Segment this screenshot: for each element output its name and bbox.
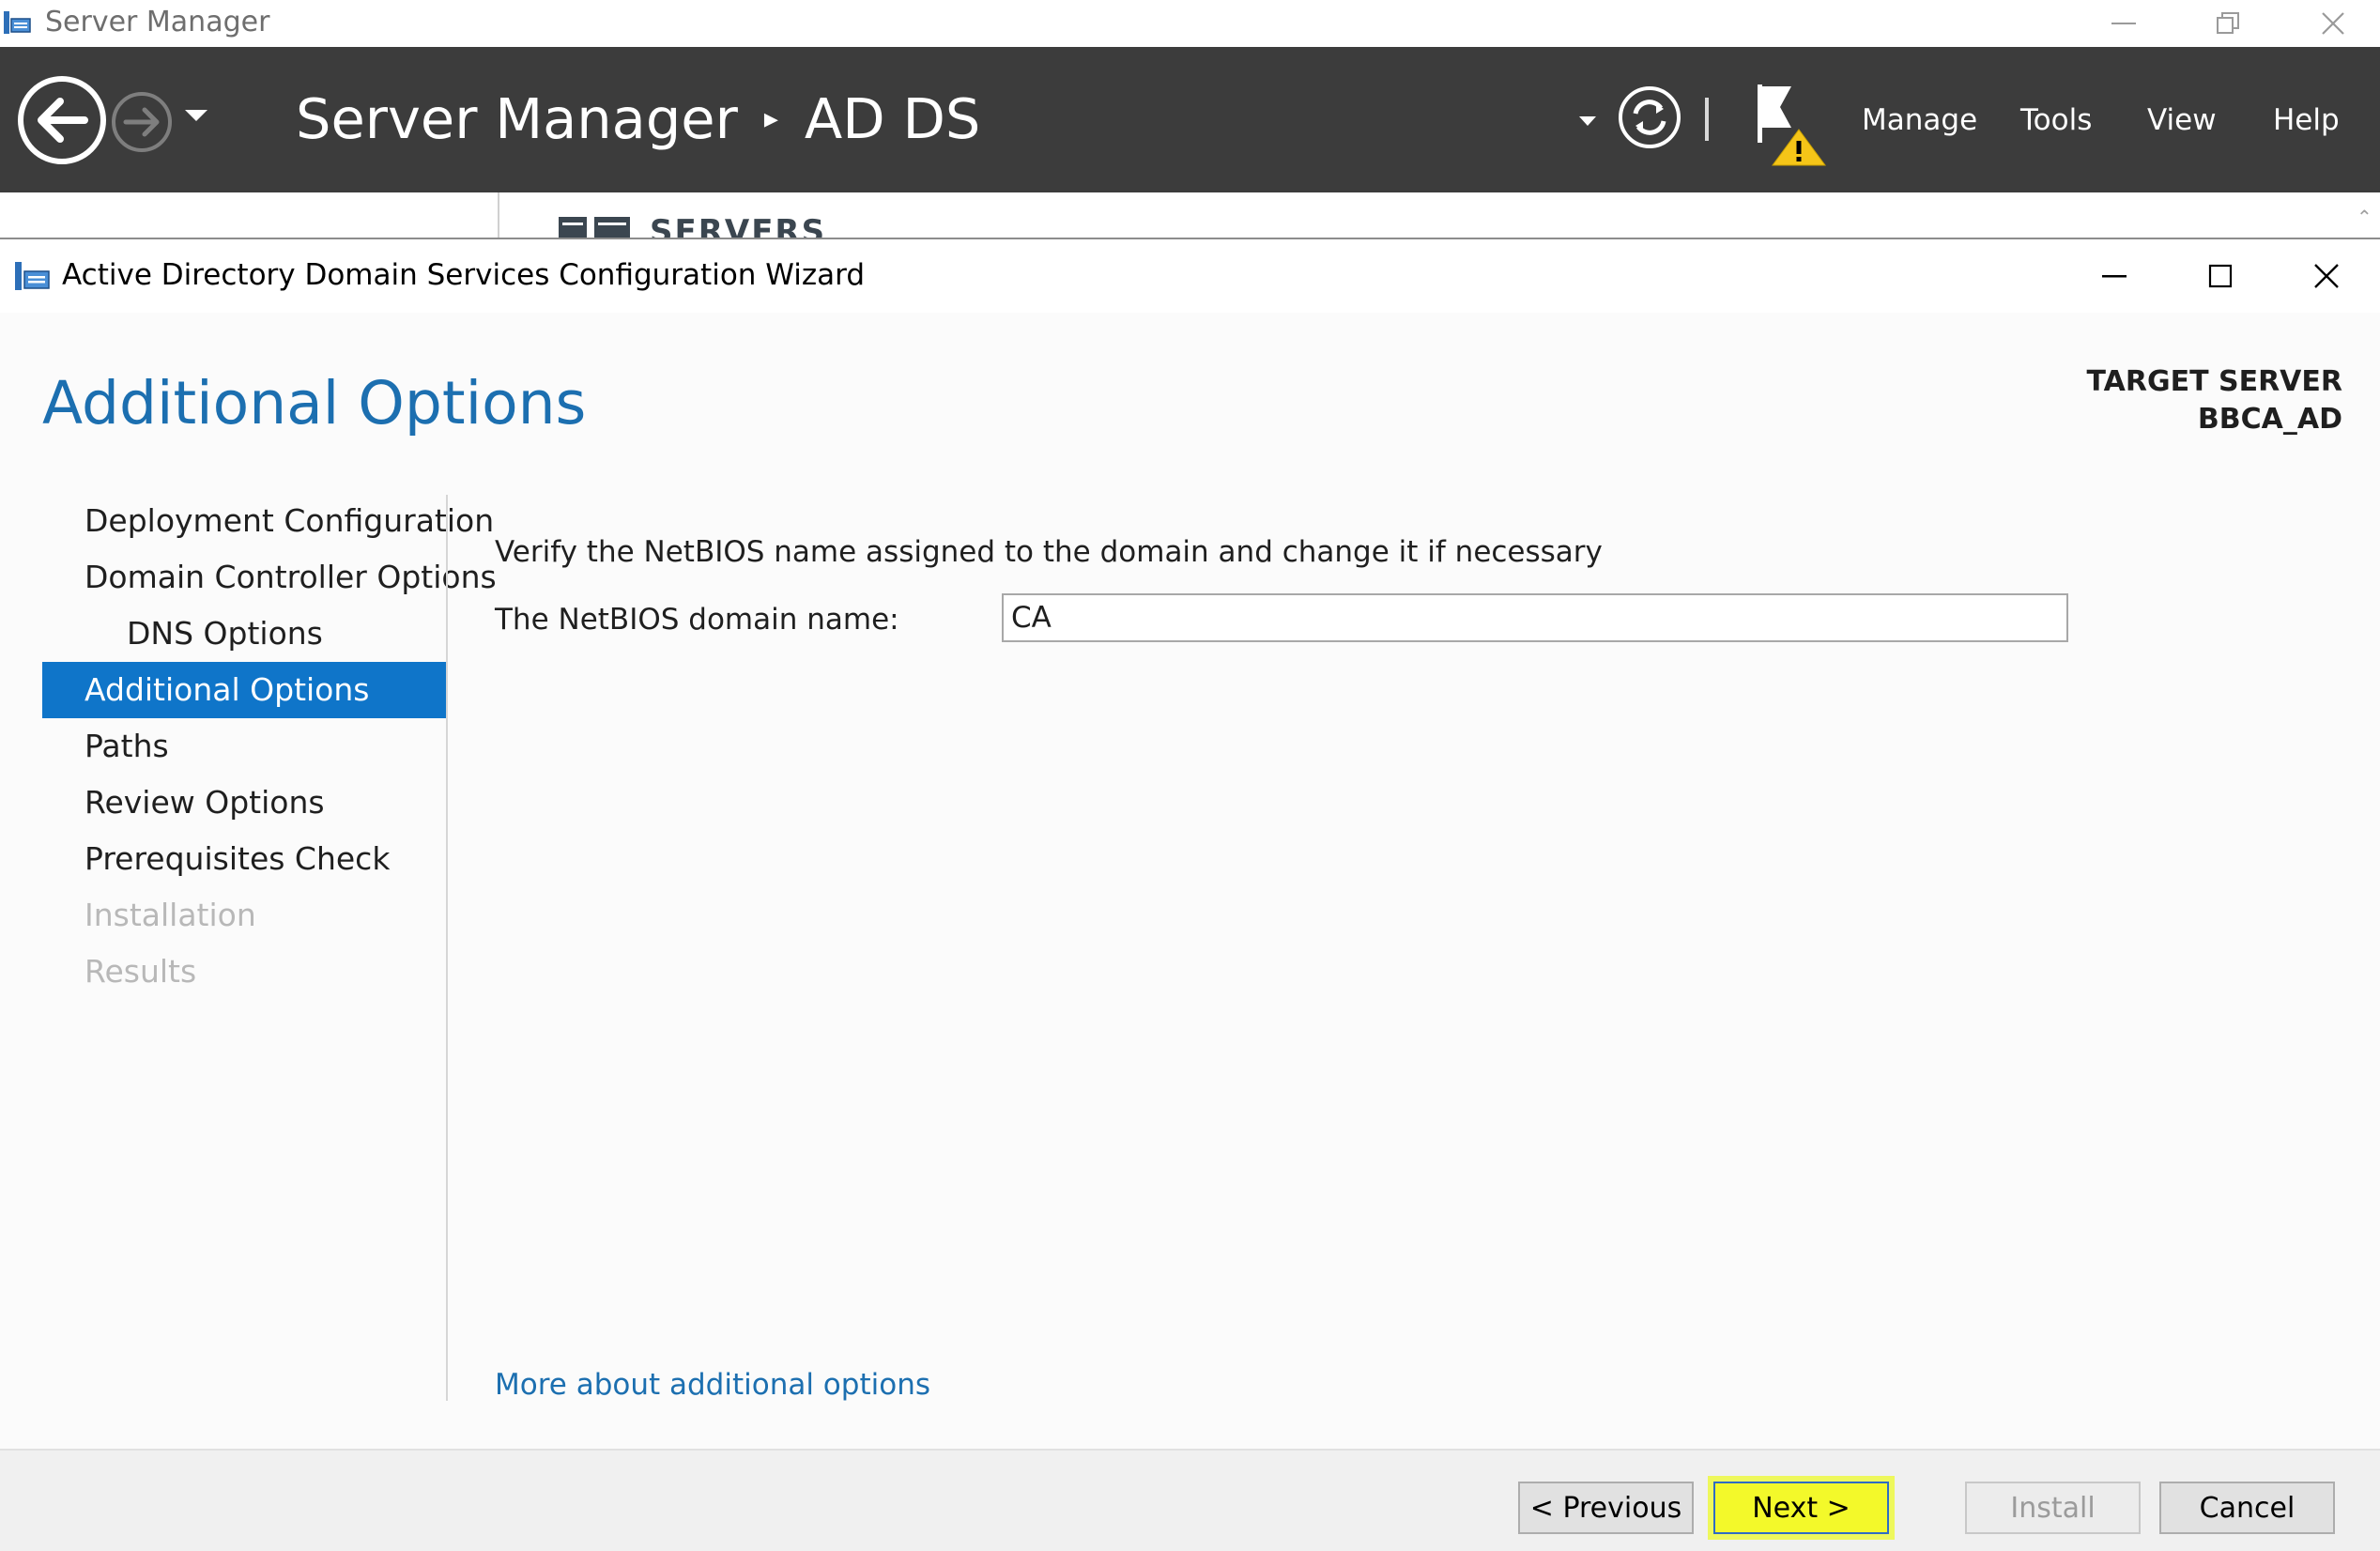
wizard-step[interactable]: DNS Options — [42, 606, 446, 662]
back-arrow-icon[interactable] — [17, 75, 107, 165]
target-server-name: BBCA_AD — [2197, 403, 2342, 436]
wizard-app-icon — [15, 262, 50, 290]
close-icon — [2322, 12, 2344, 35]
sm-scroll-up-icon[interactable]: ⌃ — [2357, 206, 2372, 228]
wizard-maximize-button[interactable] — [2169, 239, 2272, 313]
target-server-label: TARGET SERVER — [2086, 365, 2343, 398]
breadcrumb: Server Manager ▸ AD DS — [296, 86, 980, 151]
next-button[interactable]: Next > — [1713, 1482, 1889, 1534]
close-icon — [2314, 264, 2339, 288]
servers-section-label: SERVERS — [650, 213, 827, 239]
server-manager-content: SERVERS ⌃ — [0, 192, 2380, 239]
breadcrumb-root[interactable]: Server Manager — [296, 86, 738, 151]
install-button: Install — [1965, 1482, 2141, 1534]
forward-arrow-icon[interactable] — [111, 91, 173, 153]
breadcrumb-separator-icon: ▸ — [763, 102, 778, 135]
server-manager-window-title: Server Manager — [45, 6, 270, 38]
wizard-step: Results — [84, 953, 197, 990]
minimize-icon — [2111, 23, 2136, 24]
wizard-step[interactable]: Additional Options — [42, 662, 446, 718]
steps-divider — [446, 495, 448, 1401]
target-server-info: TARGET SERVER BBCA_AD — [2087, 363, 2343, 438]
sm-pane-divider — [498, 192, 499, 239]
menu-view[interactable]: View — [2147, 103, 2217, 137]
wizard-steps-nav: Deployment Configuration Domain Controlle… — [42, 493, 497, 1000]
servers-icon — [559, 217, 630, 239]
cancel-button[interactable]: Cancel — [2159, 1482, 2335, 1534]
sm-minimize-button[interactable] — [2077, 0, 2171, 47]
header-dropdown-icon[interactable] — [1577, 115, 1598, 128]
wizard-step[interactable]: Prerequisites Check — [42, 831, 446, 887]
sm-close-button[interactable] — [2286, 0, 2380, 47]
maximize-icon — [2208, 264, 2233, 288]
wizard-step: Installation — [84, 897, 256, 933]
previous-button[interactable]: < Previous — [1518, 1482, 1694, 1534]
netbios-domain-name-label: The NetBIOS domain name: — [495, 603, 899, 637]
adds-configuration-wizard: Active Directory Domain Services Configu… — [0, 238, 2380, 1551]
flag-warning-icon[interactable] — [1754, 83, 1829, 169]
restore-icon — [2217, 12, 2239, 34]
server-manager-header: Server Manager ▸ AD DS Manage Tools View… — [0, 47, 2380, 192]
instruction-text: Verify the NetBIOS name assigned to the … — [495, 535, 1603, 569]
minimize-icon — [2102, 275, 2127, 278]
server-manager-titlebar: Server Manager — [0, 0, 2380, 47]
history-dropdown-icon[interactable] — [183, 108, 209, 123]
menu-manage[interactable]: Manage — [1862, 103, 1977, 137]
menu-help[interactable]: Help — [2273, 103, 2340, 137]
refresh-icon[interactable] — [1617, 84, 1682, 150]
breadcrumb-current: AD DS — [804, 86, 981, 151]
sm-restore-button[interactable] — [2181, 0, 2275, 47]
wizard-step[interactable]: Paths — [42, 718, 446, 775]
wizard-step[interactable]: Review Options — [42, 775, 446, 831]
more-about-additional-options-link[interactable]: More about additional options — [495, 1368, 930, 1402]
wizard-step[interactable]: Domain Controller Options — [42, 549, 497, 606]
menu-tools[interactable]: Tools — [2020, 103, 2092, 137]
wizard-footer: < Previous Next > Install Cancel — [0, 1449, 2380, 1551]
wizard-minimize-button[interactable] — [2063, 239, 2166, 313]
wizard-window-title: Active Directory Domain Services Configu… — [62, 258, 866, 292]
wizard-step[interactable]: Deployment Configuration — [42, 493, 494, 549]
netbios-domain-name-input[interactable] — [1002, 593, 2068, 642]
page-title: Additional Options — [42, 369, 587, 438]
wizard-titlebar: Active Directory Domain Services Configu… — [0, 239, 2380, 313]
header-divider — [1705, 98, 1709, 141]
wizard-close-button[interactable] — [2275, 239, 2378, 313]
server-manager-app-icon — [4, 11, 31, 34]
